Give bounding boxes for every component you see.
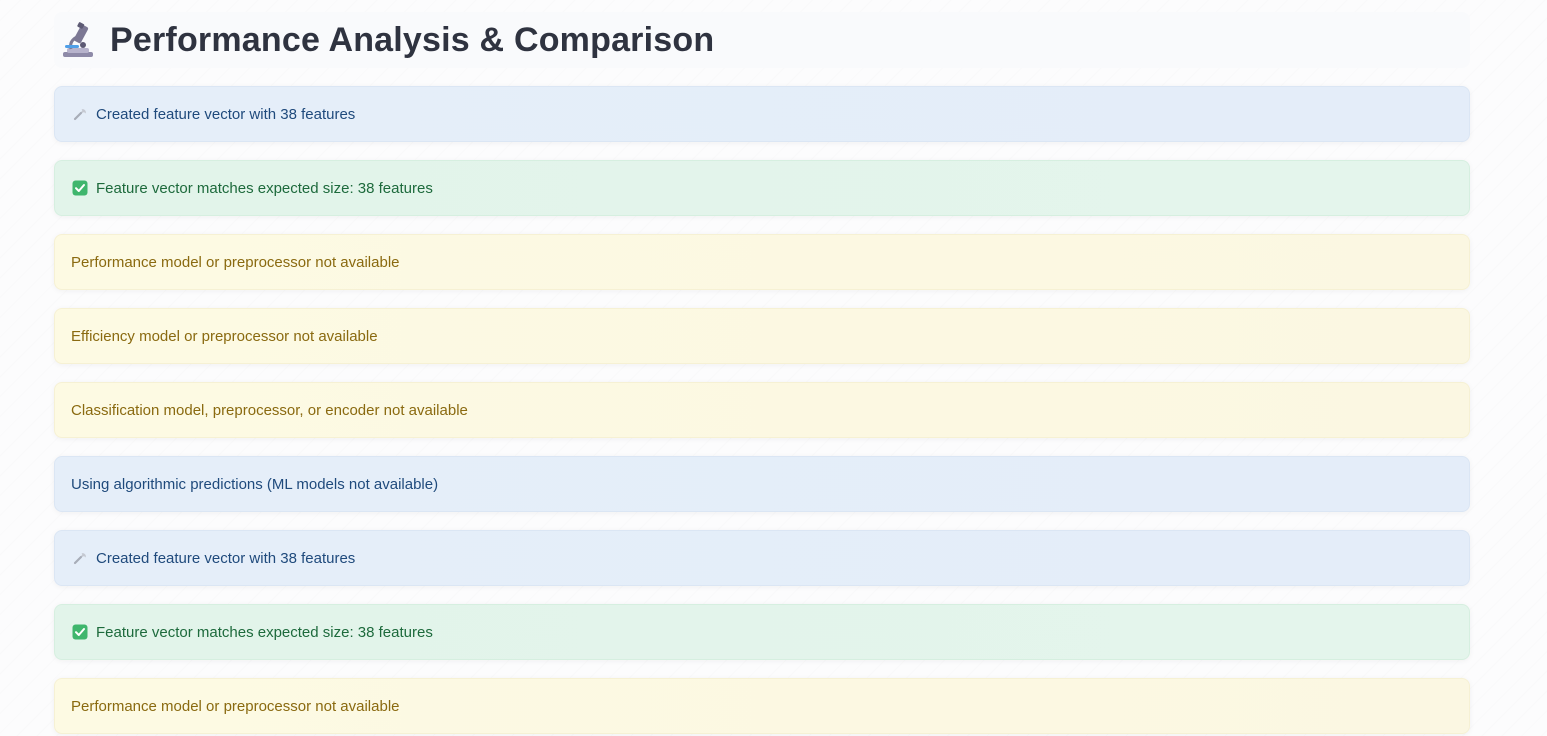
wrench-icon [71, 549, 89, 567]
warning-alert: Performance model or preprocessor not av… [54, 678, 1470, 734]
page-title: Performance Analysis & Comparison [110, 20, 715, 59]
info-alert: Created feature vector with 38 features [54, 86, 1470, 142]
success-alert: Feature vector matches expected size: 38… [54, 160, 1470, 216]
alert-text: Using algorithmic predictions (ML models… [71, 475, 439, 493]
alert-text: Classification model, preprocessor, or e… [71, 401, 468, 419]
main-page: Performance Analysis & Comparison Create… [0, 0, 1547, 736]
check-box-icon [71, 623, 89, 641]
check-box-icon [71, 179, 89, 197]
alert-text: Performance model or preprocessor not av… [71, 253, 400, 271]
page-header: Performance Analysis & Comparison [54, 12, 1470, 68]
alert-text: Feature vector matches expected size: 38… [96, 179, 433, 197]
info-alert: Created feature vector with 38 features [54, 530, 1470, 586]
alert-text: Created feature vector with 38 features [96, 105, 356, 123]
alert-text: Efficiency model or preprocessor not ava… [71, 327, 378, 345]
warning-alert: Classification model, preprocessor, or e… [54, 382, 1470, 438]
alert-text: Created feature vector with 38 features [96, 549, 356, 567]
alert-text: Feature vector matches expected size: 38… [96, 623, 433, 641]
alert-text: Performance model or preprocessor not av… [71, 697, 400, 715]
wrench-icon [71, 105, 89, 123]
info-alert: Using algorithmic predictions (ML models… [54, 456, 1470, 512]
warning-alert: Efficiency model or preprocessor not ava… [54, 308, 1470, 364]
success-alert: Feature vector matches expected size: 38… [54, 604, 1470, 660]
microscope-icon [58, 20, 98, 60]
warning-alert: Performance model or preprocessor not av… [54, 234, 1470, 290]
